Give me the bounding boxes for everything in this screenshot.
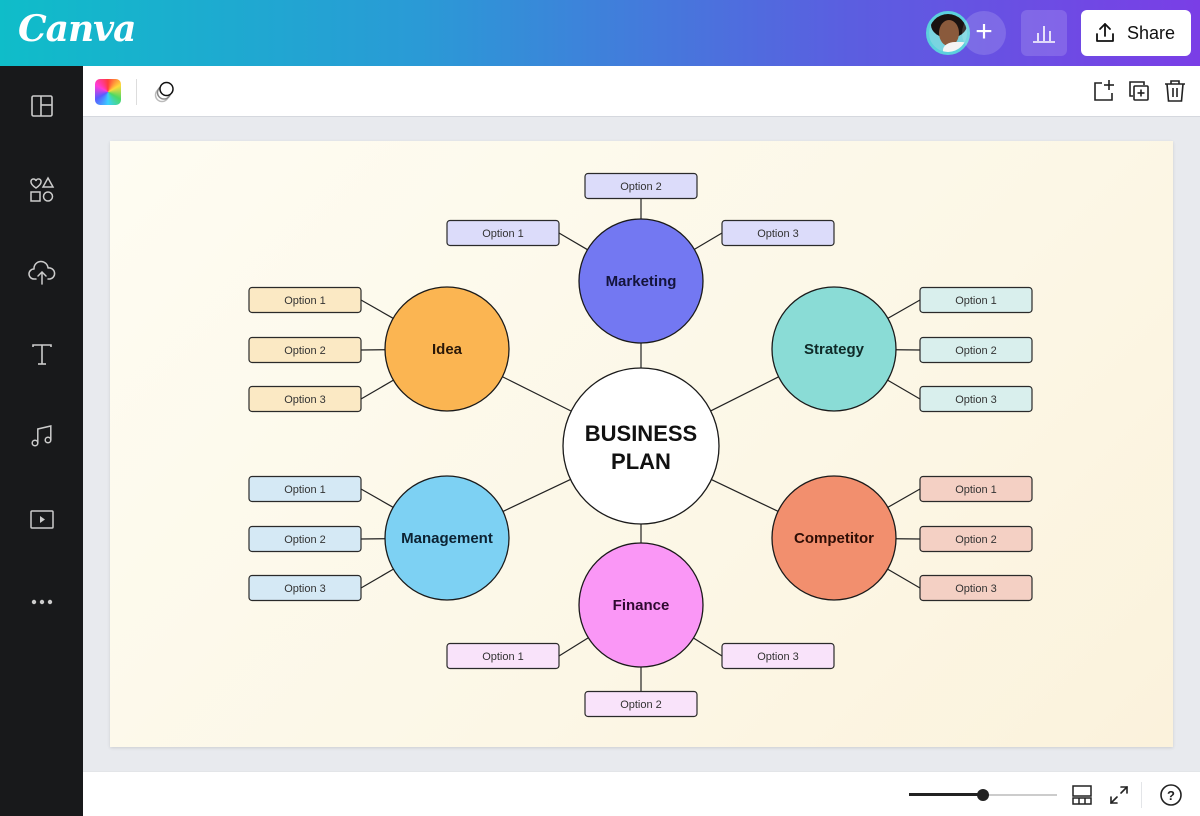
connector-option	[558, 232, 588, 251]
branch-label: Idea	[432, 341, 463, 358]
more-icon	[31, 599, 53, 605]
sidebar-item-uploads[interactable]	[26, 256, 58, 288]
transparency-icon[interactable]	[151, 78, 179, 106]
share-icon	[1096, 23, 1114, 42]
option-label: Option 2	[620, 181, 662, 193]
insights-button[interactable]	[1021, 10, 1067, 56]
option-label: Option 1	[284, 295, 326, 307]
connector-center-management	[502, 478, 571, 512]
color-picker-icon[interactable]	[95, 79, 121, 105]
top-bar: Canva + Share	[0, 0, 1200, 66]
option-label: Option 2	[955, 534, 997, 546]
music-icon	[31, 425, 52, 447]
branch-label: Competitor	[794, 530, 874, 547]
option-label: Option 1	[284, 484, 326, 496]
add-page-icon[interactable]	[1091, 78, 1117, 104]
fullscreen-icon[interactable]	[1106, 782, 1132, 808]
connector-option	[360, 299, 394, 319]
zoom-slider-thumb[interactable]	[977, 789, 989, 801]
option-label: Option 3	[284, 583, 326, 595]
text-icon	[32, 344, 52, 365]
branch-label: Management	[401, 530, 493, 547]
duplicate-page-icon[interactable]	[1126, 78, 1152, 104]
option-label: Option 1	[955, 295, 997, 307]
sidebar-item-templates[interactable]	[26, 90, 58, 122]
option-label: Option 3	[284, 394, 326, 406]
design-canvas[interactable]: Option 1 Option 2 Option 3 Marketing Option …	[110, 141, 1173, 747]
svg-text:?: ?	[1167, 788, 1175, 803]
sidebar-item-more[interactable]	[26, 586, 58, 618]
shapes-icon	[30, 176, 55, 202]
connector-option	[360, 488, 394, 508]
option-label: Option 3	[757, 651, 799, 663]
connector-option	[887, 379, 921, 400]
connector-center-idea	[502, 376, 572, 412]
mind-map: Option 1Option 2Option 3MarketingOption …	[248, 172, 1033, 718]
sidebar-item-audio[interactable]	[26, 420, 58, 452]
insights-icon	[1033, 26, 1055, 43]
center-title-line2: PLAN	[611, 449, 671, 474]
cloud-upload-icon	[28, 260, 56, 285]
option-label: Option 3	[955, 394, 997, 406]
zoom-slider-fill	[909, 793, 983, 796]
toolbar-divider	[136, 79, 137, 105]
sidebar-item-text[interactable]	[26, 338, 58, 370]
add-collaborator-button[interactable]: +	[962, 11, 1006, 55]
option-label: Option 2	[284, 534, 326, 546]
connector-option	[887, 299, 921, 319]
option-label: Option 2	[955, 345, 997, 357]
connector-option	[693, 637, 723, 657]
option-label: Option 2	[284, 345, 326, 357]
center-title-line1: BUSINESS	[585, 421, 697, 446]
connector-center-competitor	[711, 479, 779, 512]
option-label: Option 1	[482, 651, 524, 663]
sidebar-item-videos[interactable]	[26, 504, 58, 536]
connector-option	[558, 637, 589, 657]
delete-page-icon[interactable]	[1162, 78, 1188, 104]
editor-toolbar	[83, 66, 1200, 117]
center-circle	[562, 367, 720, 525]
sidebar	[0, 66, 83, 816]
branch-label: Marketing	[606, 273, 677, 290]
layout-icon	[31, 95, 53, 117]
option-label: Option 1	[482, 228, 524, 240]
video-icon	[30, 510, 54, 529]
canva-logo[interactable]: Canva	[18, 8, 136, 50]
connector-option	[360, 568, 394, 589]
option-label: Option 3	[757, 228, 799, 240]
connector-option	[887, 488, 921, 508]
connector-option	[360, 379, 394, 400]
share-label: Share	[1127, 22, 1176, 43]
share-button[interactable]: Share	[1081, 10, 1191, 56]
bottom-bar: ?	[83, 771, 1200, 816]
connector-option	[887, 568, 921, 589]
connector-center-strategy	[710, 376, 779, 412]
option-label: Option 2	[620, 699, 662, 711]
grid-view-icon[interactable]	[1069, 782, 1095, 808]
help-icon[interactable]: ?	[1158, 782, 1184, 808]
bottom-divider	[1141, 782, 1142, 808]
option-label: Option 3	[955, 583, 997, 595]
option-label: Option 1	[955, 484, 997, 496]
branch-label: Finance	[613, 597, 670, 614]
center-node: BUSINESS PLAN	[562, 367, 720, 525]
branch-marketing: Option 1 Option 2 Option 3 Marketing	[446, 172, 835, 344]
connector-option	[694, 232, 723, 250]
plus-icon: +	[975, 15, 993, 48]
workspace: Option 1 Option 2 Option 3 Marketing Option …	[83, 117, 1200, 771]
sidebar-item-elements[interactable]	[26, 174, 58, 206]
branch-label: Strategy	[804, 341, 865, 358]
